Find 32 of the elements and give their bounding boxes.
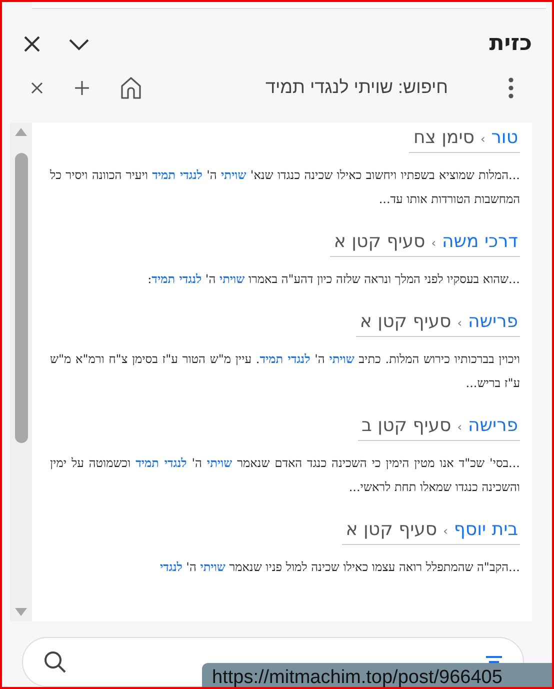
result-snippet: ...שהוא בעסקיו לפני המלך ונראה שלזה כיון דהע"ה באמרו שויתי ה' לנגדי תמיד: bbox=[148, 270, 520, 288]
plus-icon[interactable] bbox=[74, 80, 90, 96]
book-link[interactable]: פרישה bbox=[468, 414, 518, 436]
breadcrumb-separator: › bbox=[443, 524, 448, 538]
search-icon[interactable] bbox=[43, 650, 67, 674]
section-link[interactable]: סעיף קטן א bbox=[360, 310, 452, 332]
chevron-down-icon[interactable] bbox=[68, 36, 90, 51]
book-link[interactable]: טור bbox=[491, 126, 518, 148]
scrollbar[interactable] bbox=[10, 122, 32, 622]
search-tab[interactable]: חיפוש: שויתי לנגדי תמיד bbox=[142, 77, 456, 98]
close-icon[interactable] bbox=[22, 34, 42, 54]
breadcrumb-separator: › bbox=[431, 236, 436, 250]
result-snippet: ...הקב"ה שהמתפלל רואה עצמו כאילו שכינה למול פניו שנאמר שויתי ה' לנגדי bbox=[160, 558, 520, 576]
panel-title: כזית bbox=[489, 31, 532, 56]
link-tooltip: https://mitmachim.top/post/966405 bbox=[202, 663, 552, 687]
breadcrumb-separator: › bbox=[480, 132, 486, 146]
result-snippet: ...המלות שמוציא בשפתיו ויחשוב כאילו שכינה כנגדו שנא' שויתי ה' לנגדי תמיד ויעיר הכוונה ויסיר כל המחשבות הטורדות אותו עד... bbox=[50, 166, 520, 208]
more-options-icon[interactable] bbox=[508, 76, 514, 99]
close-icon[interactable] bbox=[30, 80, 44, 95]
home-icon[interactable] bbox=[120, 76, 142, 100]
scrollbar-thumb[interactable] bbox=[14, 152, 28, 443]
result-snippet: ויכוין בברכותיו כירוש המלות. כתיב שויתי ה' לנגדי תמיד. עיין מ"ש הטור ע"ז בסימן צ"ח ורמ"א מ"ש ע"ז בריש... bbox=[50, 350, 520, 392]
breadcrumb-separator: › bbox=[457, 420, 462, 434]
section-link[interactable]: סימן צח bbox=[413, 126, 474, 148]
section-link[interactable]: סעיף קטן א bbox=[334, 230, 426, 252]
result-snippet: ...בסי' שכ"ד אנו מטין הימין כי השכינה כנגד האדם שנאמר שויתי ה' לנגדי תמיד וכשמוטה על ימין והשכינה כנגדו שמאלו תחת לראשי... bbox=[50, 454, 520, 496]
book-link[interactable]: דרכי משה bbox=[442, 230, 518, 252]
section-link[interactable]: סעיף קטן ב bbox=[362, 414, 452, 436]
book-link[interactable]: בית יוסף bbox=[454, 518, 518, 540]
section-link[interactable]: סעיף קטן א bbox=[346, 518, 438, 540]
breadcrumb-separator: › bbox=[457, 316, 462, 330]
book-link[interactable]: פרישה bbox=[468, 310, 518, 332]
